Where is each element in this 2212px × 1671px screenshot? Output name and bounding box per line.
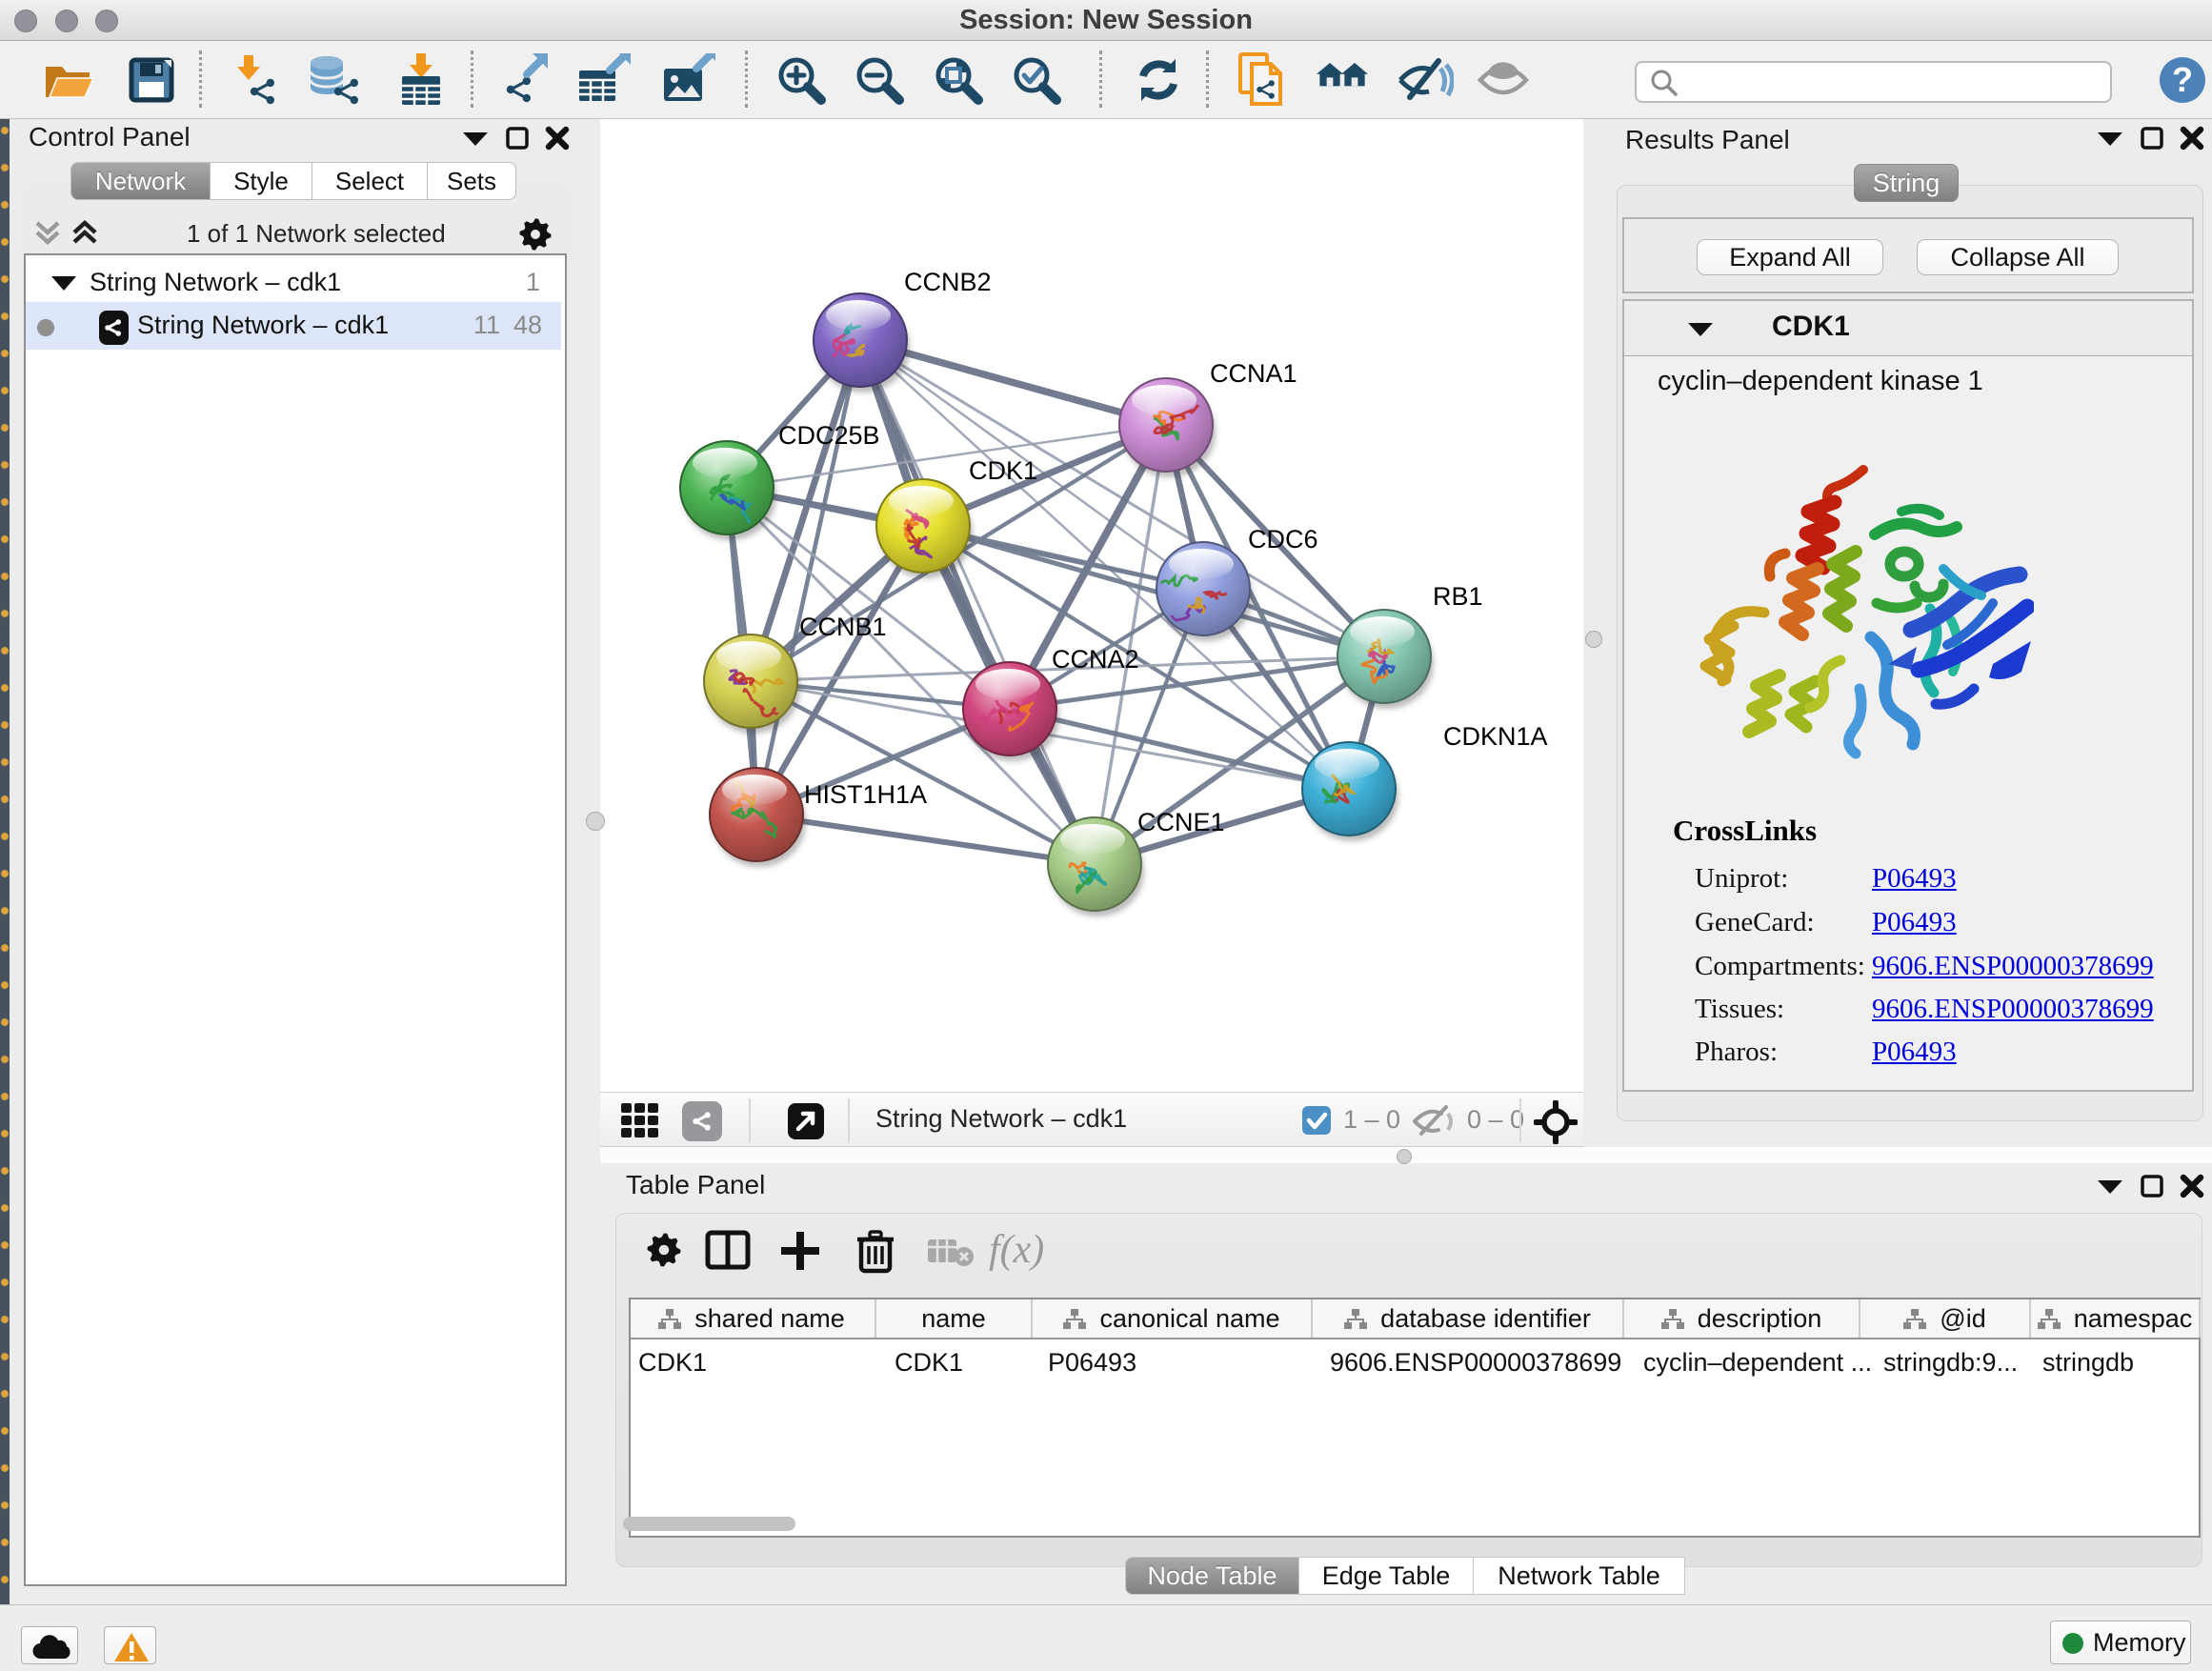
svg-text:CDK1: CDK1 [969,456,1037,485]
svg-text:CCNB1: CCNB1 [799,613,887,641]
svg-text:HIST1H1A: HIST1H1A [804,780,927,809]
svg-text:RB1: RB1 [1433,582,1483,611]
svg-text:CDKN1A: CDKN1A [1443,722,1548,751]
svg-text:CDC6: CDC6 [1248,525,1318,554]
svg-text:?: ? [2172,60,2193,99]
svg-text:CCNA2: CCNA2 [1052,645,1139,674]
svg-text:CCNE1: CCNE1 [1137,808,1225,836]
svg-text:CDC25B: CDC25B [778,421,880,450]
svg-text:CCNA1: CCNA1 [1210,359,1297,388]
svg-text:CCNB2: CCNB2 [904,268,992,296]
